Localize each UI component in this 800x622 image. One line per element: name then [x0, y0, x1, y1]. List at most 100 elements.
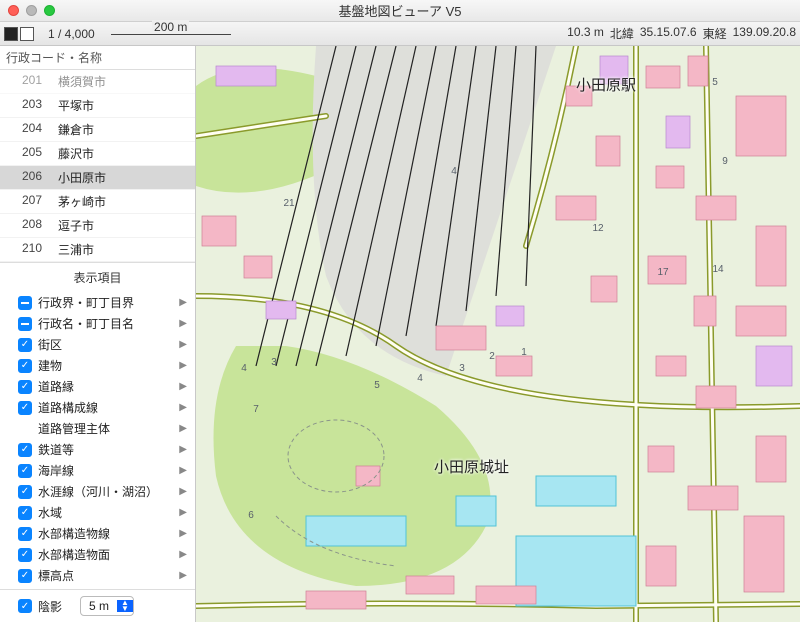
- map-annotation-number: 4: [241, 363, 247, 374]
- map-annotation-number: 3: [459, 363, 465, 374]
- layer-checkbox[interactable]: [18, 485, 32, 499]
- layer-checkbox[interactable]: [18, 506, 32, 520]
- map-annotation-number: 14: [712, 264, 724, 275]
- shade-step-select[interactable]: 5 m ▲▼: [80, 596, 134, 616]
- layer-row[interactable]: 道路管理主体 ▶: [0, 418, 195, 439]
- layer-label: 行政界・町丁目界: [38, 294, 134, 311]
- city-name: 三浦市: [58, 241, 94, 258]
- shade-label: 陰影: [38, 598, 62, 615]
- layer-row[interactable]: 行政名・町丁目名▶: [0, 313, 195, 334]
- layer-checkbox[interactable]: [18, 569, 32, 583]
- map-annotation-number: 5: [374, 380, 380, 391]
- city-name: 逗子市: [58, 217, 94, 234]
- city-code: 207: [22, 193, 52, 210]
- city-row[interactable]: 205藤沢市: [0, 142, 195, 166]
- map-annotation-number: 4: [451, 166, 457, 177]
- layer-row[interactable]: 水部構造物面▶: [0, 544, 195, 565]
- layer-row[interactable]: 道路構成線▶: [0, 397, 195, 418]
- chevron-right-icon: ▶: [179, 360, 187, 371]
- sidebar: 行政コード・名称 201 横須賀市 203平塚市204鎌倉市205藤沢市206小田原…: [0, 46, 196, 622]
- layer-label: 道路管理主体: [38, 420, 110, 437]
- layer-row[interactable]: 道路縁 ▶: [0, 376, 195, 397]
- chevron-right-icon: ▶: [179, 570, 187, 581]
- window-title: 基盤地図ビューア V5: [0, 1, 800, 20]
- toolbar: 1 / 4,000 200 m 10.3 m 北緯 35.15.07.6 東経 …: [0, 22, 800, 46]
- city-row[interactable]: 201 横須賀市: [0, 70, 195, 94]
- map-annotation-number: 3: [271, 357, 277, 368]
- city-row[interactable]: 208 逗子市: [0, 214, 195, 238]
- chevron-right-icon: ▶: [179, 528, 187, 539]
- layer-label: 水域: [38, 504, 62, 521]
- chevron-right-icon: ▶: [179, 465, 187, 476]
- chevron-right-icon: ▶: [179, 339, 187, 350]
- layer-checkbox[interactable]: [18, 464, 32, 478]
- layer-row[interactable]: 水域 ▶: [0, 502, 195, 523]
- city-code: 205: [22, 145, 52, 162]
- layer-checkbox[interactable]: [18, 296, 32, 310]
- city-code: 210: [22, 241, 52, 258]
- city-code: 201: [22, 73, 52, 90]
- map-svg: 54219121714123453476: [196, 46, 800, 622]
- chevron-right-icon: ▶: [179, 381, 187, 392]
- layer-checkbox[interactable]: [18, 359, 32, 373]
- layer-row[interactable]: 標高点 ▶: [0, 565, 195, 586]
- layer-label: 水部構造物面: [38, 546, 110, 563]
- layer-checkbox[interactable]: [18, 443, 32, 457]
- chevron-right-icon: ▶: [179, 486, 187, 497]
- city-name: 横須賀市: [58, 73, 106, 90]
- city-row[interactable]: 206小田原市: [0, 166, 195, 190]
- stepper-icon: ▲▼: [117, 600, 133, 612]
- city-code: 203: [22, 97, 52, 114]
- titlebar: 基盤地図ビューア V5: [0, 0, 800, 22]
- city-code: 208: [22, 217, 52, 234]
- lon-value: 139.09.20.8: [733, 25, 796, 42]
- map-annotation-number: 17: [657, 267, 669, 278]
- toolbar-icon-a[interactable]: [4, 27, 18, 41]
- city-row[interactable]: 203平塚市: [0, 94, 195, 118]
- layer-checkbox[interactable]: [18, 338, 32, 352]
- layer-checkbox[interactable]: [18, 380, 32, 394]
- layer-row[interactable]: 街区 ▶: [0, 334, 195, 355]
- layer-checkbox[interactable]: [18, 317, 32, 331]
- city-list[interactable]: 201横須賀市203平塚市204鎌倉市205藤沢市206小田原市207茅ヶ崎市2…: [0, 70, 195, 262]
- chevron-right-icon: ▶: [179, 423, 187, 434]
- city-list-header: 行政コード・名称: [0, 46, 195, 70]
- layer-row[interactable]: 鉄道等▶: [0, 439, 195, 460]
- layer-checkbox[interactable]: [18, 401, 32, 415]
- scale-ratio: 1 / 4,000: [48, 27, 95, 41]
- layer-checkbox[interactable]: [18, 548, 32, 562]
- layer-label: 道路縁: [38, 378, 74, 395]
- city-row[interactable]: 207 茅ヶ崎市: [0, 190, 195, 214]
- map-canvas[interactable]: 54219121714123453476 小田原駅小田原城址: [196, 46, 800, 622]
- layer-row[interactable]: 海岸線▶: [0, 460, 195, 481]
- layer-checkbox[interactable]: [18, 527, 32, 541]
- layer-row[interactable]: 等高線▶: [0, 586, 195, 589]
- layer-row[interactable]: 水部構造物線 ▶: [0, 523, 195, 544]
- shade-checkbox[interactable]: [18, 599, 32, 613]
- city-code: 206: [22, 169, 52, 186]
- layer-row[interactable]: 水涯線（河川・湖沼）▶: [0, 481, 195, 502]
- layer-label: 街区: [38, 336, 62, 353]
- chevron-right-icon: ▶: [179, 402, 187, 413]
- chevron-right-icon: ▶: [179, 507, 187, 518]
- layer-list: 行政界・町丁目界▶行政名・町丁目名▶街区▶建物▶道路縁▶道路構成線▶道路管理主体…: [0, 292, 195, 589]
- layer-label: 水部構造物線: [38, 525, 110, 542]
- lat-prefix: 北緯: [610, 25, 634, 42]
- city-name: 茅ヶ崎市: [58, 193, 106, 210]
- lat-value: 35.15.07.6: [640, 25, 697, 42]
- layer-row[interactable]: 建物▶: [0, 355, 195, 376]
- layer-label: 鉄道等: [38, 441, 74, 458]
- chevron-right-icon: ▶: [179, 297, 187, 308]
- map-annotation-number: 7: [253, 404, 259, 415]
- map-annotation-number: 9: [722, 156, 728, 167]
- lon-prefix: 東経: [703, 25, 727, 42]
- layer-label: 標高点: [38, 567, 74, 584]
- map-annotation-number: 12: [592, 223, 604, 234]
- city-row[interactable]: 204鎌倉市: [0, 118, 195, 142]
- toolbar-icon-b[interactable]: [20, 27, 34, 41]
- city-row[interactable]: 210 三浦市: [0, 238, 195, 262]
- map-annotation-number: 5: [712, 77, 718, 88]
- layer-row[interactable]: 行政界・町丁目界 ▶: [0, 292, 195, 313]
- elevation-readout: 10.3 m: [567, 25, 604, 42]
- city-code: 204: [22, 121, 52, 138]
